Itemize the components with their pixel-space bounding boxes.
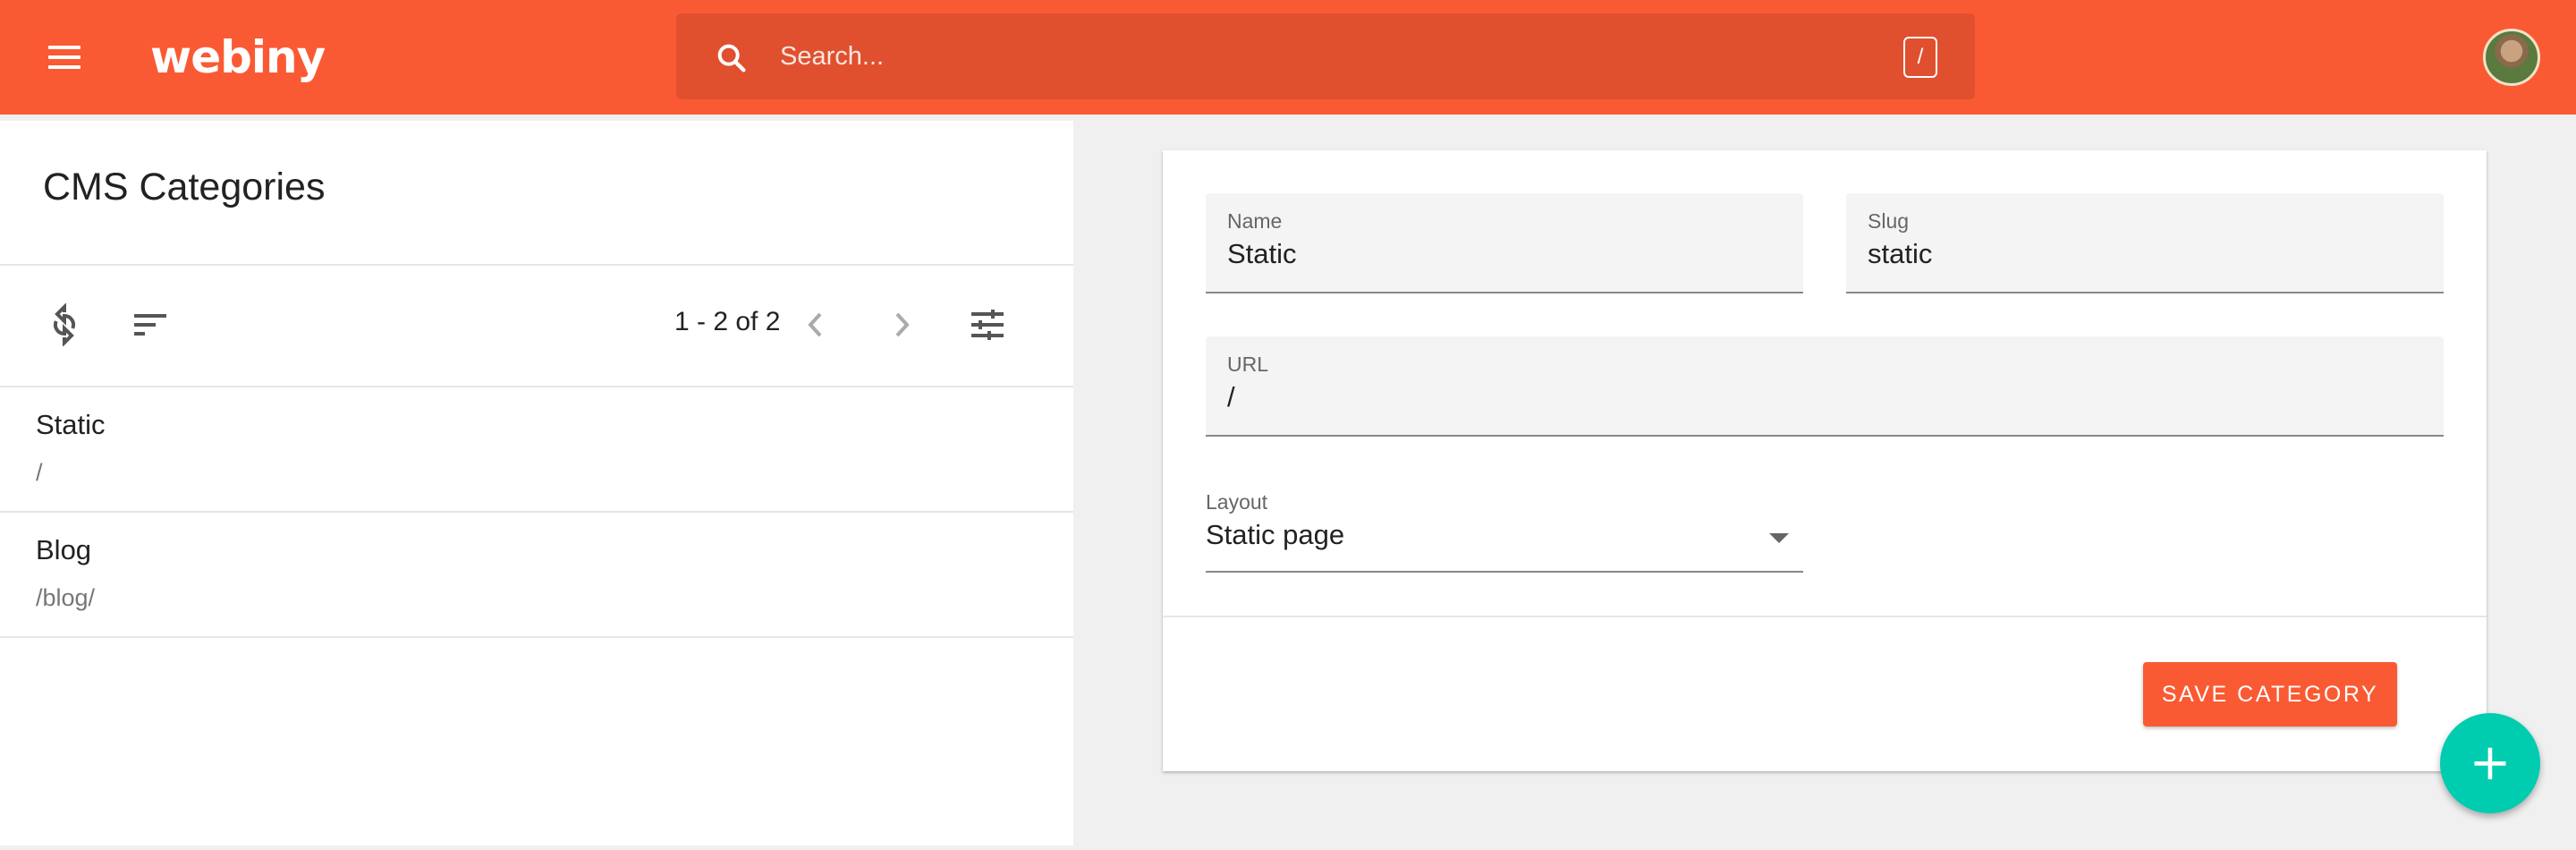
categories-list-panel: CMS Categories 1 - 2 of 2 Static / Blog …	[0, 121, 1073, 846]
list-item-url: /	[36, 459, 43, 486]
chevron-right-icon[interactable]	[880, 303, 923, 346]
url-field[interactable]: URL	[1206, 336, 2444, 437]
slug-input[interactable]	[1868, 238, 2422, 270]
menu-icon[interactable]	[43, 36, 86, 79]
chevron-left-icon[interactable]	[794, 303, 837, 346]
search-icon	[717, 44, 746, 72]
list-item[interactable]: Blog /blog/	[0, 513, 1073, 636]
save-category-button[interactable]: SAVE CATEGORY	[2143, 662, 2397, 727]
slug-field-label: Slug	[1868, 209, 1910, 233]
user-avatar[interactable]	[2483, 29, 2540, 86]
card-divider	[1163, 616, 2487, 617]
url-input[interactable]	[1227, 381, 2422, 413]
list-item-url: /blog/	[36, 584, 96, 611]
layout-select[interactable]: Layout Static page	[1206, 490, 1803, 573]
layout-select-value: Static page	[1206, 519, 1345, 550]
list-item[interactable]: Static /	[0, 387, 1073, 511]
add-icon[interactable]: +	[2440, 713, 2540, 813]
logo-text: webiny	[150, 31, 326, 83]
list-divider	[0, 636, 1073, 638]
title-divider	[0, 264, 1073, 266]
url-field-label: URL	[1227, 353, 1269, 376]
list-item-name: Static	[36, 409, 106, 440]
filter-settings-icon[interactable]	[966, 303, 1009, 346]
search-shortcut-key: /	[1903, 37, 1937, 78]
pagination-text: 1 - 2 of 2	[674, 307, 781, 336]
search-input[interactable]	[780, 33, 1835, 80]
name-field[interactable]: Name	[1206, 193, 1803, 293]
search-bar[interactable]: /	[676, 13, 1975, 99]
category-form-card: Name Slug URL Layout Static page SAVE CA…	[1163, 150, 2487, 771]
list-item-name: Blog	[36, 534, 92, 565]
name-input[interactable]	[1227, 238, 1782, 270]
dropdown-arrow-icon	[1769, 533, 1789, 543]
webiny-logo[interactable]: webiny	[150, 23, 326, 91]
name-field-label: Name	[1227, 209, 1283, 233]
layout-select-label: Layout	[1206, 490, 1268, 514]
page-title: CMS Categories	[43, 166, 326, 208]
top-bar: webiny /	[0, 0, 2576, 115]
slug-field[interactable]: Slug	[1846, 193, 2444, 293]
sort-icon[interactable]	[129, 303, 172, 346]
refresh-icon[interactable]	[43, 303, 86, 346]
